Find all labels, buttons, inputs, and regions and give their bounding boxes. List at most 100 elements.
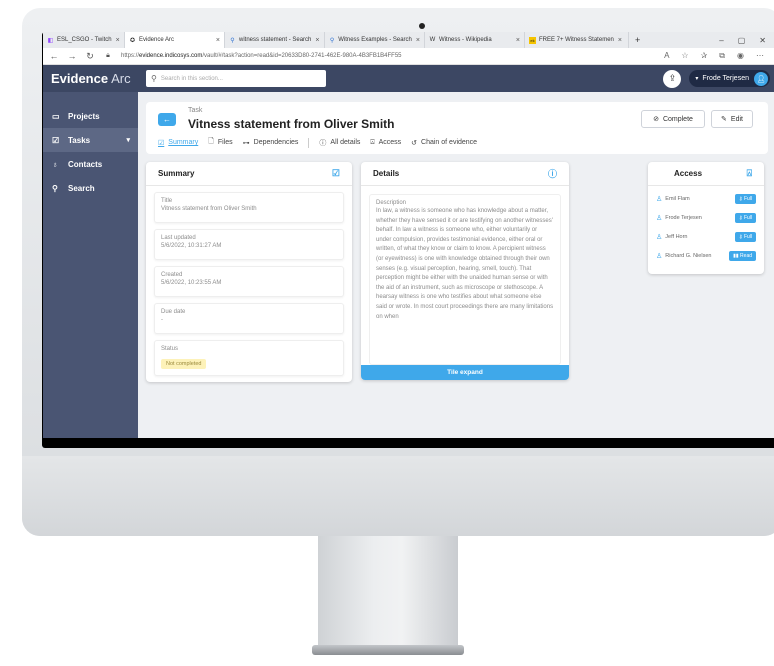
evidence-arc-icon: ✪ bbox=[129, 37, 136, 44]
tab-dependencies[interactable]: ⊶ Dependencies bbox=[243, 139, 299, 147]
dependencies-icon: ⊶ bbox=[242, 139, 250, 147]
access-entry[interactable]: ♙ Richard G. Nielsen ▮▮ Read bbox=[648, 246, 764, 265]
permission-badge[interactable]: ⚷ Full bbox=[734, 212, 756, 223]
tab-twitch[interactable]: ◧ ESL_CSGO - Twitch × bbox=[43, 32, 125, 48]
avatar: 👤︎ bbox=[754, 71, 768, 86]
scene: ◧ ESL_CSGO - Twitch × ✪ Evidence Arc × ⚲… bbox=[0, 0, 774, 666]
twitch-icon: ◧ bbox=[47, 37, 54, 44]
section-search-input[interactable]: ⚲ Search in this section... bbox=[146, 70, 326, 87]
page-title: Vitness statement from Oliver Smith bbox=[188, 117, 395, 131]
access-card: Access ⍓ ♙ Emil Flam ⚷ Full ♙ Frode Terj… bbox=[648, 162, 764, 274]
read-aloud-icon[interactable]: A bbox=[664, 51, 669, 61]
close-icon[interactable]: × bbox=[416, 37, 420, 44]
permission-badge[interactable]: ▮▮ Read bbox=[729, 250, 756, 261]
close-window-icon[interactable]: ✕ bbox=[759, 36, 766, 45]
tab-chain-of-evidence[interactable]: ↺ Chain of evidence bbox=[411, 139, 477, 147]
history-icon: ↺ bbox=[411, 139, 418, 147]
profile-icon[interactable]: ◉ bbox=[737, 51, 744, 61]
access-card-header: Access ⍓ bbox=[648, 162, 764, 186]
webcam bbox=[419, 23, 425, 29]
sidebar-item-projects[interactable]: ▭ Projects bbox=[43, 104, 138, 128]
close-icon[interactable]: × bbox=[618, 37, 622, 44]
access-list: ♙ Emil Flam ⚷ Full ♙ Frode Terjesen ⚷ Fu… bbox=[648, 186, 764, 265]
screen: ◧ ESL_CSGO - Twitch × ✪ Evidence Arc × ⚲… bbox=[43, 32, 774, 438]
tab-search-1[interactable]: ⚲ witness statement - Search × bbox=[225, 32, 325, 48]
permission-badge[interactable]: ⚷ Full bbox=[734, 231, 756, 242]
pencil-icon: ✎ bbox=[721, 116, 727, 123]
tab-divider bbox=[308, 137, 310, 148]
info-icon: ⓘ bbox=[547, 169, 557, 179]
maximize-icon[interactable]: ▢ bbox=[738, 36, 746, 45]
sidebar: Evidence Arc ▭ Projects ☑ Tasks ▾ ♁ Conta… bbox=[43, 65, 138, 438]
sidebar-item-tasks[interactable]: ☑ Tasks ▾ bbox=[43, 128, 138, 152]
upload-icon[interactable]: ⇪ bbox=[663, 69, 682, 88]
tab-access[interactable]: ⍓ Access bbox=[370, 139, 401, 147]
search-icon: ⚲ bbox=[151, 74, 157, 83]
sidebar-item-contacts[interactable]: ♁ Contacts bbox=[43, 152, 138, 176]
lock-icon: 🔒︎ bbox=[106, 52, 110, 59]
lock-icon: ⍓ bbox=[746, 168, 752, 178]
book-icon: ▮▮ bbox=[733, 252, 741, 259]
task-tabs: ☑ Summary 🗋︎ Files ⊶ Dependencies ⓘ All deta… bbox=[158, 137, 477, 148]
tab-all-details[interactable]: ⓘ All details bbox=[319, 138, 360, 148]
close-icon[interactable]: × bbox=[116, 37, 120, 44]
tab-files[interactable]: 🗋︎ Files bbox=[208, 137, 232, 148]
tab-evidence-arc[interactable]: ✪ Evidence Arc × bbox=[125, 32, 225, 48]
ek-icon: ek bbox=[529, 36, 536, 44]
tab-search-2[interactable]: ⚲ Witness Examples - Search × bbox=[325, 32, 425, 48]
app: Evidence Arc ▭ Projects ☑ Tasks ▾ ♁ Conta… bbox=[43, 65, 774, 438]
field-title: Title Vitness statement from Oliver Smit… bbox=[154, 192, 344, 223]
browser-addressbar: ← → ↻ 🔒︎ https://evidence.indicosys.com/… bbox=[43, 48, 774, 65]
chevron-down-icon: ▾ bbox=[695, 76, 699, 82]
lock-icon: ⍓ bbox=[370, 138, 375, 146]
close-icon[interactable]: × bbox=[315, 37, 319, 44]
monitor-chin bbox=[22, 456, 774, 536]
tab-free-witness[interactable]: ek FREE 7+ Witness Statemen × bbox=[525, 32, 629, 48]
chevron-down-icon: ▾ bbox=[126, 137, 130, 144]
search-icon: ⚲ bbox=[52, 183, 58, 193]
tile-expand-button[interactable]: Tile expand bbox=[361, 365, 569, 380]
details-card: Details ⓘ Description In law, a witness … bbox=[361, 162, 569, 380]
field-last-updated: Last updated 5/6/2022, 10:31:27 AM bbox=[154, 229, 344, 260]
tab-summary[interactable]: ☑ Summary bbox=[158, 139, 198, 147]
contacts-icon: ♁ bbox=[52, 159, 58, 169]
tasks-icon: ☑ bbox=[52, 135, 60, 145]
complete-button[interactable]: ⊘ Complete bbox=[641, 110, 705, 128]
summary-icon: ☑ bbox=[158, 139, 165, 147]
window-controls: – ▢ ✕ bbox=[719, 36, 774, 45]
close-icon[interactable]: × bbox=[516, 37, 520, 44]
field-created: Created 5/6/2022, 10:23:55 AM bbox=[154, 266, 344, 297]
collections-icon[interactable]: ⧉ bbox=[719, 51, 725, 61]
back-button[interactable]: ← bbox=[158, 113, 176, 126]
field-due-date: Due date - bbox=[154, 303, 344, 334]
file-icon: 🗋︎ bbox=[208, 138, 214, 145]
tab-wikipedia[interactable]: W Witness - Wikipedia × bbox=[425, 32, 525, 48]
access-entry[interactable]: ♙ Emil Flam ⚷ Full bbox=[648, 189, 764, 208]
summary-card-header: Summary ☑ bbox=[146, 162, 352, 186]
url-field[interactable]: https://evidence.indicosys.com/vault/#/t… bbox=[121, 53, 402, 59]
task-label: Task bbox=[188, 107, 203, 114]
user-icon: ♙ bbox=[656, 233, 663, 241]
sidebar-item-search[interactable]: ⚲ Search bbox=[43, 176, 138, 200]
close-icon[interactable]: × bbox=[216, 37, 220, 44]
brand-logo[interactable]: Evidence Arc bbox=[43, 65, 138, 92]
back-arrow-icon[interactable]: ← bbox=[47, 51, 61, 61]
monitor-stand-base bbox=[312, 645, 464, 655]
favorite-star-icon[interactable]: ☆ bbox=[681, 51, 688, 61]
forward-arrow-icon[interactable]: → bbox=[65, 51, 79, 61]
user-icon: ♙ bbox=[656, 252, 663, 260]
user-icon: ♙ bbox=[656, 214, 663, 222]
minimize-icon[interactable]: – bbox=[719, 36, 723, 45]
favorites-icon[interactable]: ✰ bbox=[701, 51, 708, 61]
user-menu-button[interactable]: ▾ Frode Terjesen 👤︎ bbox=[689, 70, 770, 87]
edit-button[interactable]: ✎ Edit bbox=[711, 110, 753, 128]
main-content: ← Task Vitness statement from Oliver Smi… bbox=[138, 92, 774, 438]
monitor-stand bbox=[318, 536, 458, 648]
refresh-icon[interactable]: ↻ bbox=[83, 51, 97, 62]
access-entry[interactable]: ♙ Frode Terjesen ⚷ Full bbox=[648, 208, 764, 227]
access-entry[interactable]: ♙ Jeff Horn ⚷ Full bbox=[648, 227, 764, 246]
permission-badge[interactable]: ⚷ Full bbox=[734, 193, 756, 204]
more-icon[interactable]: ⋯ bbox=[756, 51, 764, 61]
description-field: Description In law, a witness is someone… bbox=[369, 194, 561, 365]
new-tab-icon[interactable]: + bbox=[635, 35, 640, 45]
